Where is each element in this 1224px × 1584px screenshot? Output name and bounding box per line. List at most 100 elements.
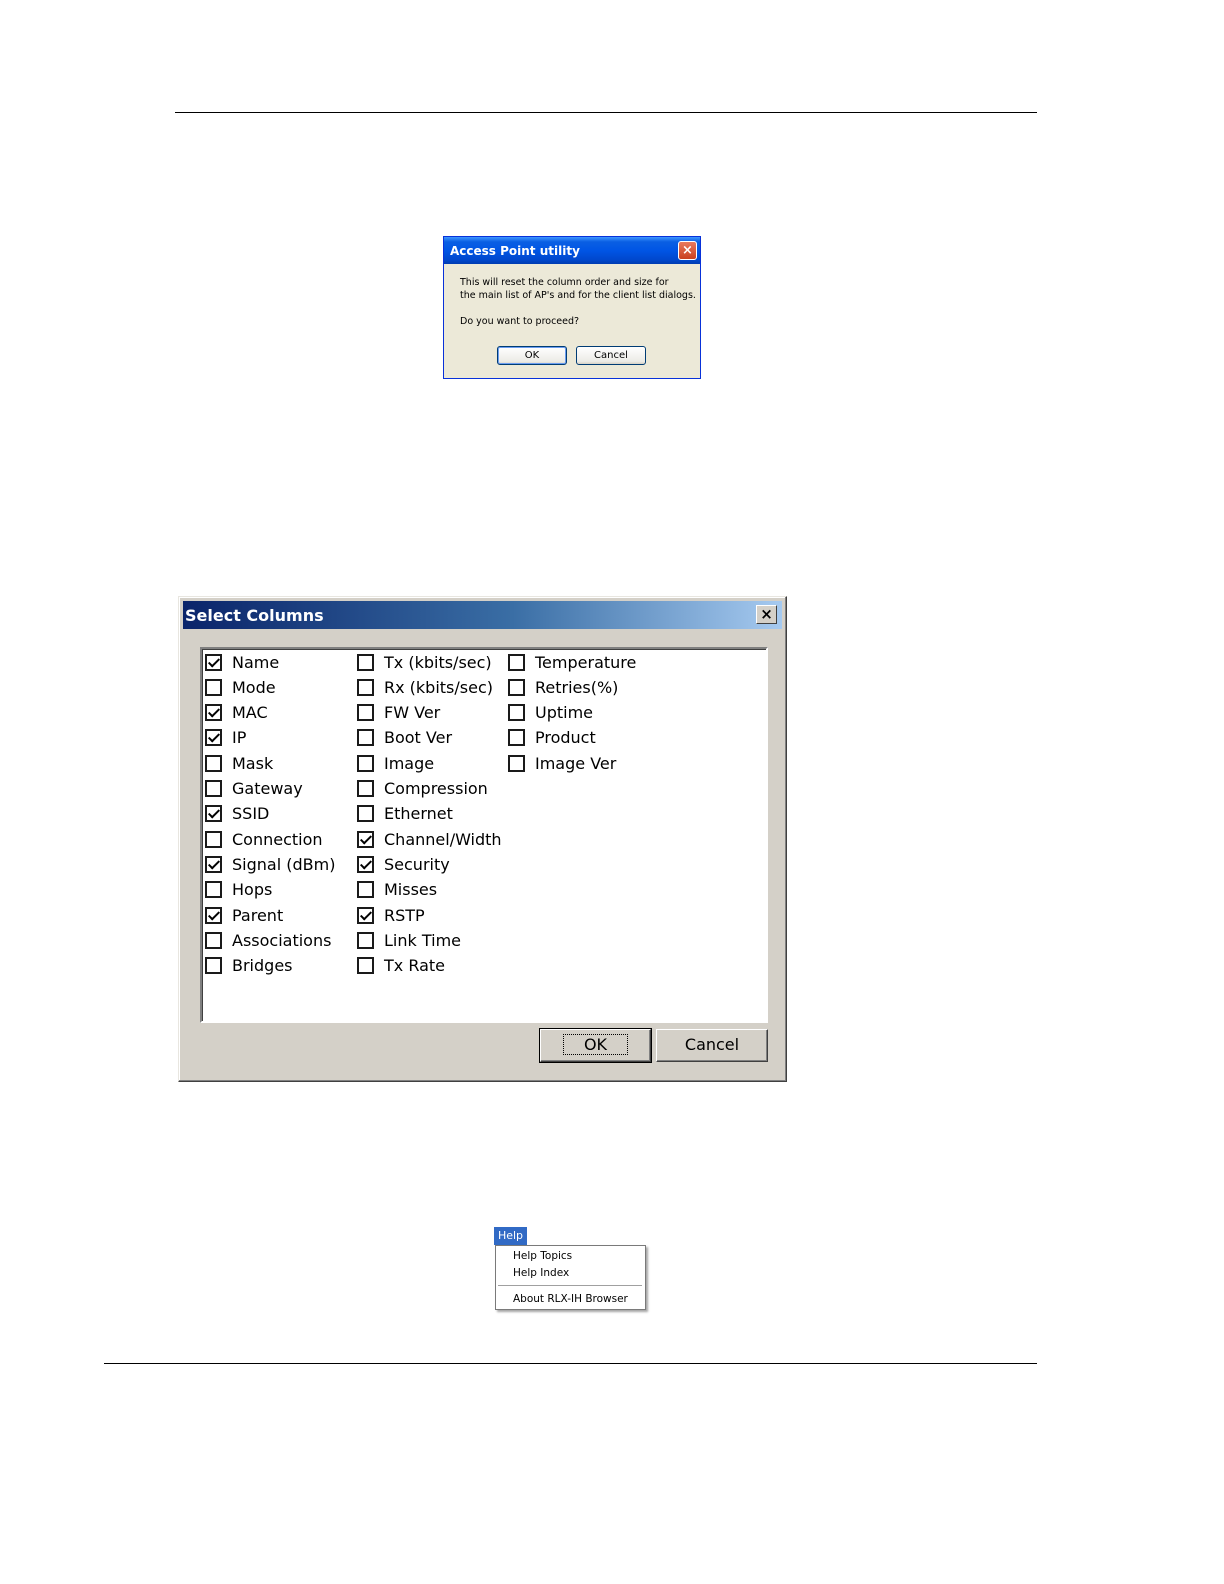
column-option-label: Hops: [232, 880, 273, 900]
column-option[interactable]: Link Time: [357, 929, 461, 951]
column-option[interactable]: Misses: [357, 879, 437, 901]
column-option[interactable]: Mask: [205, 752, 273, 774]
checkbox-checked[interactable]: [205, 729, 222, 747]
ok-label: OK: [562, 1034, 629, 1055]
column-option[interactable]: Connection: [205, 828, 323, 850]
cancel-button[interactable]: Cancel: [656, 1029, 768, 1062]
column-option[interactable]: Name: [205, 651, 279, 673]
checkbox-unchecked[interactable]: [508, 678, 525, 696]
checkbox-unchecked[interactable]: [205, 780, 222, 797]
dialog-title: Access Point utility: [450, 244, 580, 258]
checkbox-unchecked[interactable]: [508, 704, 525, 722]
column-option[interactable]: Product: [508, 727, 596, 749]
ok-button[interactable]: OK: [497, 346, 567, 365]
column-option[interactable]: Retries(%): [508, 676, 618, 698]
column-option[interactable]: Ethernet: [357, 803, 453, 825]
checkbox-unchecked[interactable]: [205, 678, 222, 696]
checkbox-checked[interactable]: [205, 805, 222, 823]
column-option-label: Uptime: [535, 703, 594, 723]
column-option-label: Rx (kbits/sec): [384, 677, 493, 697]
column-option[interactable]: Signal (dBm): [205, 853, 335, 875]
column-option[interactable]: Tx Rate: [357, 955, 445, 977]
checkbox-unchecked[interactable]: [357, 729, 374, 747]
checkbox-checked[interactable]: [357, 855, 374, 873]
column-option[interactable]: FW Ver: [357, 702, 440, 724]
column-option[interactable]: MAC: [205, 702, 268, 724]
checkbox-unchecked[interactable]: [357, 754, 374, 772]
column-option[interactable]: SSID: [205, 803, 269, 825]
close-icon[interactable]: ×: [678, 241, 697, 260]
column-option[interactable]: Temperature: [508, 651, 636, 673]
column-option[interactable]: Rx (kbits/sec): [357, 676, 493, 698]
checkbox-unchecked[interactable]: [205, 881, 222, 899]
message-line-2: the main list of AP's and for the client…: [460, 290, 696, 301]
checkbox-unchecked[interactable]: [357, 957, 374, 975]
column-option-label: Mask: [232, 753, 274, 773]
column-option[interactable]: Gateway: [205, 778, 303, 800]
checkbox-checked[interactable]: [205, 855, 222, 873]
column-option[interactable]: Compression: [357, 778, 488, 800]
column-option-label: Image Ver: [535, 753, 617, 773]
column-option[interactable]: Parent: [205, 904, 283, 926]
column-option-label: Connection: [232, 829, 323, 849]
column-option[interactable]: Hops: [205, 879, 272, 901]
column-option[interactable]: Security: [357, 853, 450, 875]
checkbox-unchecked[interactable]: [357, 805, 374, 823]
column-option-label: SSID: [232, 804, 270, 824]
cancel-button[interactable]: Cancel: [576, 346, 646, 365]
column-option[interactable]: Bridges: [205, 955, 293, 977]
footer-rule: [104, 1363, 1037, 1364]
column-option-label: MAC: [232, 703, 268, 723]
checkbox-unchecked[interactable]: [357, 678, 374, 696]
menu-item-help-topics[interactable]: Help Topics: [513, 1250, 572, 1262]
message-line-1: This will reset the column order and siz…: [460, 277, 669, 288]
checkbox-unchecked[interactable]: [508, 653, 525, 671]
checkbox-unchecked[interactable]: [205, 931, 222, 949]
column-option[interactable]: RSTP: [357, 904, 425, 926]
confirm-question: Do you want to proceed?: [460, 316, 580, 327]
checkbox-unchecked[interactable]: [357, 653, 374, 671]
column-option[interactable]: Tx (kbits/sec): [357, 651, 492, 673]
column-option[interactable]: Channel/Width: [357, 828, 502, 850]
close-icon[interactable]: ×: [756, 605, 777, 624]
column-option[interactable]: Image Ver: [508, 752, 616, 774]
ok-button[interactable]: OK: [539, 1028, 652, 1063]
checkbox-unchecked[interactable]: [508, 729, 525, 747]
column-option-label: Product: [535, 728, 596, 748]
menu-item-help-index[interactable]: Help Index: [513, 1267, 569, 1279]
column-option-label: Security: [384, 854, 450, 874]
column-option-label: Tx (kbits/sec): [384, 652, 492, 672]
checkbox-unchecked[interactable]: [205, 957, 222, 975]
column-option[interactable]: Uptime: [508, 702, 593, 724]
checkbox-checked[interactable]: [205, 704, 222, 722]
checkbox-unchecked[interactable]: [205, 754, 222, 772]
help-menu-title[interactable]: Help: [494, 1227, 527, 1245]
checkbox-checked[interactable]: [205, 906, 222, 924]
column-option[interactable]: Mode: [205, 676, 276, 698]
column-option-label: Ethernet: [384, 804, 453, 824]
checkbox-unchecked[interactable]: [357, 881, 374, 899]
checkbox-checked[interactable]: [205, 653, 222, 671]
column-option[interactable]: IP: [205, 727, 246, 749]
checkbox-unchecked[interactable]: [357, 780, 374, 797]
column-option-label: Link Time: [384, 930, 462, 950]
column-option-label: Signal (dBm): [232, 854, 336, 874]
dialog-titlebar: Access Point utility ×: [444, 237, 700, 264]
column-option-label: Associations: [232, 930, 332, 950]
checkbox-unchecked[interactable]: [357, 704, 374, 722]
column-checkbox-list: Name Mode MAC IP Mask Gateway SSID Connection Si…: [200, 647, 768, 1023]
column-option-label: FW Ver: [384, 703, 441, 723]
column-option-label: Temperature: [535, 652, 637, 672]
checkbox-unchecked[interactable]: [508, 754, 525, 772]
checkbox-checked[interactable]: [357, 906, 374, 924]
column-option-label: Parent: [232, 905, 284, 925]
column-option-label: Name: [232, 652, 280, 672]
column-option[interactable]: Image: [357, 752, 434, 774]
checkbox-unchecked[interactable]: [357, 931, 374, 949]
menu-item-about[interactable]: About RLX-IH Browser: [513, 1293, 628, 1305]
checkbox-unchecked[interactable]: [205, 830, 222, 848]
column-option[interactable]: Associations: [205, 929, 331, 951]
column-option-label: Bridges: [232, 956, 293, 976]
column-option[interactable]: Boot Ver: [357, 727, 452, 749]
checkbox-checked[interactable]: [357, 830, 374, 848]
